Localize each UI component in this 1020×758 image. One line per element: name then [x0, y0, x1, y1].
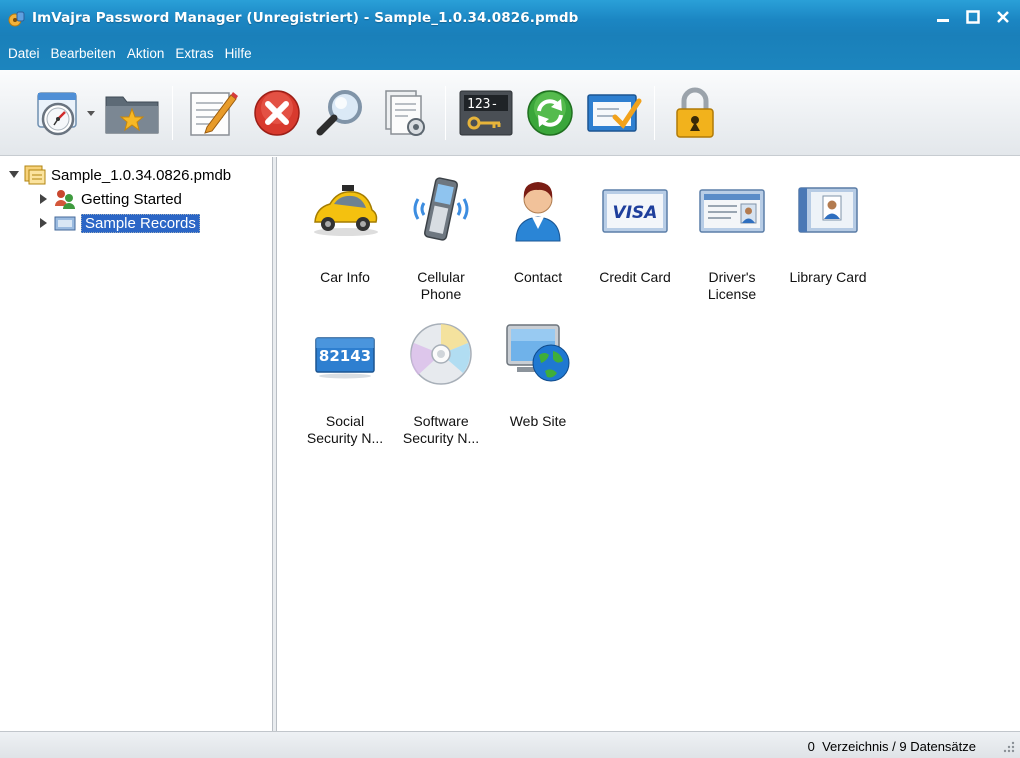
new-record-icon [37, 91, 77, 135]
app-icon[interactable] [8, 9, 26, 27]
tree-item-sample-records[interactable]: Sample Records [38, 212, 200, 234]
window-title: ImVajra Password Manager (Unregistriert)… [32, 10, 579, 26]
software-cd-icon [406, 321, 476, 387]
new-record-button[interactable] [30, 80, 96, 146]
favorites-folder-button[interactable] [100, 80, 164, 146]
minimize-button[interactable] [932, 6, 954, 28]
toolbar-badge: 123- [467, 97, 498, 112]
menu-aktion[interactable]: Aktion [123, 46, 172, 61]
tree-panel: Sample_1.0.34.0826.pmdb Getting Started … [0, 157, 273, 731]
record-type-item[interactable]: VISA Credit Card [587, 177, 683, 286]
menu-extras[interactable]: Extras [171, 46, 220, 61]
cellphone-icon [406, 177, 476, 243]
edit-icon [190, 91, 238, 136]
users-icon [54, 189, 76, 209]
record-type-label: Cellular Phone [417, 269, 465, 302]
menu-bar: Datei Bearbeiten Aktion Extras Hilfe [0, 36, 1020, 70]
record-type-item[interactable]: Library Card [780, 177, 876, 286]
tree-root[interactable]: Sample_1.0.34.0826.pmdb [8, 164, 231, 186]
status-text: 0 Verzeichnis / 9 Datensätze [807, 739, 976, 754]
autofill-button[interactable] [582, 80, 646, 146]
edit-button[interactable] [181, 80, 245, 146]
chevron-down-icon[interactable] [86, 110, 96, 118]
menu-hilfe[interactable]: Hilfe [221, 46, 259, 61]
database-file-icon [24, 165, 46, 185]
lock-button[interactable] [663, 80, 727, 146]
toolbar-separator [445, 85, 446, 140]
record-type-item[interactable]: Software Security N... [393, 321, 489, 447]
menu-bearbeiten[interactable]: Bearbeiten [47, 46, 123, 61]
social-security-icon: 82143 [310, 321, 380, 387]
record-type-label: Web Site [509, 413, 567, 429]
record-type-item[interactable]: 82143 Social Security N... [297, 321, 393, 447]
record-type-label: Library Card [789, 269, 867, 285]
delete-button[interactable] [245, 80, 309, 146]
library-card-icon [793, 177, 863, 243]
expander-collapsed-icon[interactable] [38, 217, 50, 229]
password-generator-button[interactable]: 123- [454, 80, 518, 146]
records-view: Car Info Cellular Phone Contact VISA Cre… [278, 157, 1020, 731]
search-button[interactable] [309, 80, 373, 146]
lock-icon [676, 87, 714, 138]
record-type-label: Car Info [320, 269, 370, 285]
record-type-label: Social Security N... [306, 413, 384, 446]
maximize-icon [966, 10, 980, 24]
record-type-item[interactable]: Contact [490, 177, 586, 286]
delete-icon [254, 89, 300, 136]
sync-icon [527, 89, 573, 136]
autofill-icon [587, 93, 642, 132]
favorites-folder-icon [105, 96, 159, 133]
tree-item-label: Getting Started [81, 190, 182, 208]
preview-button[interactable] [373, 80, 437, 146]
menu-datei[interactable]: Datei [4, 46, 47, 61]
credit-card-icon: VISA [600, 177, 670, 243]
sync-button[interactable] [518, 80, 582, 146]
record-type-label: Contact [513, 269, 563, 285]
record-type-label: Credit Card [599, 269, 671, 285]
ssn-badge: 82143 [319, 347, 371, 365]
record-type-item[interactable]: Web Site [490, 321, 586, 430]
tree-item-label: Sample Records [81, 213, 200, 233]
close-icon [997, 11, 1009, 23]
tree-item-getting-started[interactable]: Getting Started [38, 188, 182, 210]
records-folder-icon [54, 213, 76, 233]
website-globe-icon [503, 321, 573, 387]
record-type-item[interactable]: Driver's License [684, 177, 780, 303]
preview-icon [385, 89, 425, 136]
car-icon [310, 177, 380, 243]
maximize-button[interactable] [962, 6, 984, 28]
expander-expanded-icon[interactable] [8, 169, 20, 181]
status-bar: 0 Verzeichnis / 9 Datensätze [0, 731, 1020, 758]
resize-grip-icon[interactable] [1002, 740, 1016, 754]
record-type-item[interactable]: Cellular Phone [393, 177, 489, 303]
expander-collapsed-icon[interactable] [38, 193, 50, 205]
close-button[interactable] [992, 6, 1014, 28]
toolbar: 123- [0, 70, 1020, 156]
tree-root-label: Sample_1.0.34.0826.pmdb [51, 166, 232, 184]
toolbar-separator [654, 85, 655, 140]
record-type-item[interactable]: Car Info [297, 177, 393, 286]
contact-icon [503, 177, 573, 243]
password-generator-icon: 123- [459, 90, 513, 135]
title-bar: ImVajra Password Manager (Unregistriert)… [0, 0, 1020, 36]
minimize-icon [937, 19, 949, 22]
toolbar-separator [172, 85, 173, 140]
record-type-label: Driver's License [707, 269, 757, 302]
card-badge: VISA [613, 203, 658, 223]
record-type-label: Software Security N... [402, 413, 480, 446]
search-icon [316, 89, 362, 135]
panel-splitter[interactable] [273, 157, 277, 731]
drivers-license-icon [697, 177, 767, 243]
